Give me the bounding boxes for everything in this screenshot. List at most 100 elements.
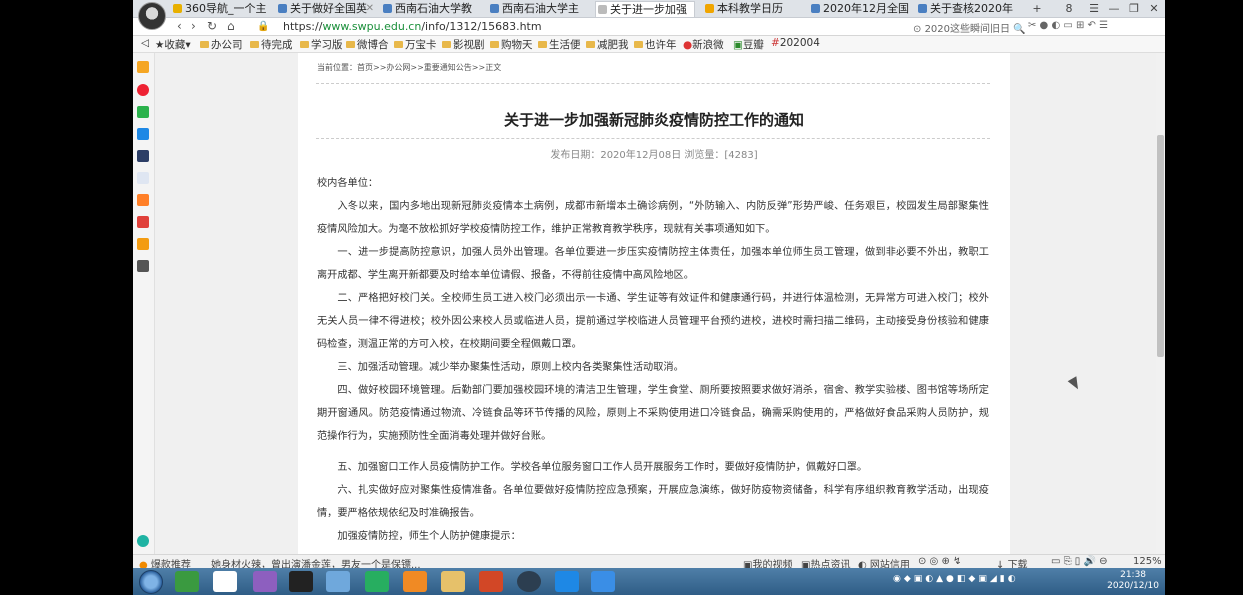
bookmark-douban[interactable]: ▣豆瓣 (733, 37, 764, 52)
paint-icon[interactable] (253, 571, 277, 592)
menu-icon[interactable]: ☰ (1083, 0, 1105, 17)
music-icon[interactable] (137, 238, 149, 250)
camera-icon[interactable] (517, 571, 541, 592)
system-tray-icons[interactable]: ◉◆▣◐▲●◧◆▣◢▮◐ (893, 574, 1019, 595)
bookmark-folder[interactable]: 生活便 (538, 37, 581, 52)
back-icon[interactable]: ‹ (177, 18, 182, 35)
tab-swpu-teaching[interactable]: 西南石油大学教 (381, 1, 481, 17)
maximize-button[interactable]: ❐ (1123, 0, 1145, 17)
bookmark-label: 202004 (779, 37, 820, 49)
close-window-button[interactable]: ✕ (1143, 0, 1165, 17)
chat-icon[interactable] (137, 106, 149, 118)
bookmark-label: 新浪微 (692, 39, 724, 51)
tab-label: 2020年12月全国 (823, 2, 909, 15)
paragraph: 二、严格把好校门关。全校师生员工进入校门必须出示一卡通、学生证等有效证件和健康通… (317, 293, 989, 350)
feishu-icon[interactable] (555, 571, 579, 592)
tab-national-english[interactable]: 关于做好全国英 ✕ (276, 1, 376, 17)
browser-360-icon[interactable] (175, 571, 199, 592)
globe-icon (173, 4, 182, 13)
bookmark-2020[interactable]: #202004 (771, 37, 820, 49)
user-avatar[interactable] (138, 2, 166, 30)
game-icon[interactable] (137, 194, 149, 206)
bookmark-folder[interactable]: 微博合 (346, 37, 389, 52)
folder-icon (300, 41, 309, 48)
breadcrumb: 当前位置：首页>>办公网>>重要通知公告>>正文 (317, 63, 502, 72)
bookmark-folder[interactable]: 也许年 (634, 37, 677, 52)
folder-icon (634, 41, 643, 48)
paragraph: 三、加强活动管理。减少举办聚集性活动，原则上校内各类聚集性活动取消。 (337, 362, 684, 373)
forward-icon[interactable]: › (191, 18, 196, 35)
lock-icon: 🔒 (257, 21, 270, 32)
extension-icons[interactable]: ✂ ● ◐ ▭ ⊞ ↶ ☰ (1028, 20, 1108, 31)
close-icon[interactable]: ✕ (366, 1, 374, 17)
status-icons[interactable]: ▭ ⎘ ▯ 🔊 ⊖ (1051, 556, 1108, 567)
folder-icon (538, 41, 547, 48)
video-icon[interactable] (137, 128, 149, 140)
tab-swpu-main[interactable]: 西南石油大学主 (488, 1, 588, 17)
zoom-level[interactable]: 125% (1133, 556, 1162, 567)
feather-icon[interactable] (326, 571, 350, 592)
powerpoint-icon[interactable] (479, 571, 503, 592)
bookmark-folder[interactable]: 减肥我 (586, 37, 629, 52)
folder-icon (490, 41, 499, 48)
folder-icon (442, 41, 451, 48)
bookmark-collapse-icon[interactable]: ◁ (141, 37, 149, 49)
start-button[interactable] (139, 570, 163, 594)
search-box[interactable]: ⊙ 2020这些瞬间旧日 🔍 (913, 20, 1026, 35)
notes-icon[interactable] (137, 172, 149, 184)
clock[interactable]: 21:38 2020/12/10 (1107, 570, 1159, 592)
image-icon[interactable] (137, 260, 149, 272)
app-icon[interactable] (137, 150, 149, 162)
bookmark-weibo[interactable]: ●新浪微 (683, 37, 724, 52)
file-explorer-icon[interactable] (441, 571, 465, 592)
bookmark-label: 减肥我 (597, 39, 629, 51)
bookmark-folder[interactable]: 影视剧 (442, 37, 485, 52)
url-field[interactable]: https://www.swpu.edu.cn/info/1312/15683.… (283, 20, 542, 33)
bookmark-folder[interactable]: 万宝卡 (394, 37, 437, 52)
tab-december-national[interactable]: 2020年12月全国 (809, 1, 909, 17)
vertical-scrollbar[interactable] (1156, 53, 1165, 554)
web-content: 当前位置：首页>>办公网>>重要通知公告>>正文 关于进一步加强新冠肺炎疫情防控… (155, 53, 1165, 554)
baidu-netdisk-icon[interactable] (213, 571, 237, 592)
bookmark-folder[interactable]: 待完成 (250, 37, 293, 52)
terminal-icon[interactable] (289, 571, 313, 592)
bookmark-label: 微博合 (357, 39, 389, 51)
home-icon[interactable]: ⌂ (227, 18, 235, 35)
tab-check-2020[interactable]: 关于查核2020年 (916, 1, 1016, 17)
tab-active-notice[interactable]: 关于进一步加强 (595, 1, 695, 17)
shop-icon[interactable] (137, 216, 149, 228)
reload-icon[interactable]: ↻ (207, 18, 217, 35)
bookmark-favorites[interactable]: ★收藏▾ (155, 37, 191, 52)
app-orange-icon[interactable] (403, 571, 427, 592)
tab-teaching-calendar[interactable]: 本科教学日历 (703, 1, 803, 17)
folder-icon (394, 41, 403, 48)
url-prefix: https:// (283, 20, 323, 33)
paragraph: 四、做好校园环境管理。后勤部门要加强校园环境的清洁卫生管理，学生食堂、厕所要按照… (317, 385, 989, 442)
bookmark-label: 收藏 (164, 39, 186, 51)
tab-360-nav[interactable]: 360导航_一个主 (171, 1, 271, 17)
status-tools[interactable]: ⊙ ◎ ⊕ ↯ (918, 556, 961, 567)
mouse-cursor (1067, 376, 1083, 392)
media-player-icon[interactable] (365, 571, 389, 592)
weibo-icon[interactable] (137, 84, 149, 96)
page-icon (490, 4, 499, 13)
bookmark-folder[interactable]: 学习版 (300, 37, 343, 52)
salutation: 校内各单位： (317, 178, 379, 189)
left-sidebar (133, 53, 155, 554)
scrollbar-thumb[interactable] (1157, 135, 1164, 357)
bookmark-folder[interactable]: 购物天 (490, 37, 533, 52)
screenshot-icon[interactable] (591, 571, 615, 592)
add-icon[interactable] (137, 535, 149, 547)
article-page: 当前位置：首页>>办公网>>重要通知公告>>正文 关于进一步加强新冠肺炎疫情防控… (298, 53, 1010, 554)
bookmark-label: 办公司 (211, 39, 243, 51)
bookmark-label: 待完成 (261, 39, 293, 51)
minimize-button[interactable]: — (1103, 0, 1125, 17)
new-tab-button[interactable]: + (1026, 0, 1048, 17)
favorites-star-icon[interactable] (137, 61, 149, 73)
folder-icon (250, 41, 259, 48)
paragraph: 六、扎实做好应对聚集性疫情准备。各单位要做好疫情防控应急预案，开展应急演练，做好… (317, 485, 989, 519)
tab-count-badge[interactable]: 8 (1058, 0, 1080, 17)
url-path: /info/1312/15683.htm (421, 20, 542, 33)
bookmark-folder[interactable]: 办公司 (200, 37, 243, 52)
folder-icon (346, 41, 355, 48)
